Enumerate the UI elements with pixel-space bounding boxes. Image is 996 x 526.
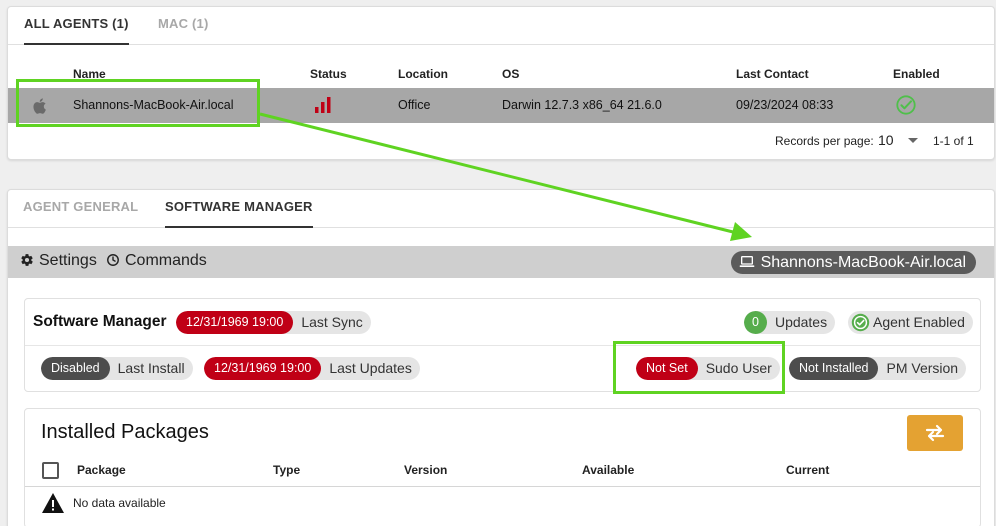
last-sync-label: Last Sync xyxy=(301,314,363,330)
pm-version-label: PM Version xyxy=(886,360,959,376)
pagination-range: 1-1 of 1 xyxy=(933,134,974,148)
last-updates-chip: 12/31/1969 19:00 Last Updates xyxy=(204,357,420,380)
highlight-agent-name xyxy=(16,79,260,127)
tab-all-agents[interactable]: ALL AGENTS (1) xyxy=(24,7,129,45)
col-header-status[interactable]: Status xyxy=(310,67,347,81)
records-per-page-value: 10 xyxy=(878,132,894,148)
tab-mac[interactable]: MAC (1) xyxy=(158,7,209,45)
commands-label: Commands xyxy=(125,252,207,269)
settings-label: Settings xyxy=(39,252,97,269)
col-header-type[interactable]: Type xyxy=(273,463,300,477)
history-icon xyxy=(107,254,119,266)
highlight-sudo-user xyxy=(613,341,785,394)
caret-down-icon xyxy=(908,138,918,143)
tab-agent-general[interactable]: AGENT GENERAL xyxy=(23,190,138,228)
agent-os: Darwin 12.7.3 x86_64 21.6.0 xyxy=(502,98,662,112)
updates-label: Updates xyxy=(774,314,828,330)
tab-software-manager[interactable]: SOFTWARE MANAGER xyxy=(165,190,313,228)
last-updates-value: 12/31/1969 19:00 xyxy=(204,357,322,380)
last-install-value: Disabled xyxy=(41,357,110,380)
col-header-enabled[interactable]: Enabled xyxy=(893,67,940,81)
warning-icon xyxy=(42,493,64,513)
hostname-badge: Shannons-MacBook-Air.local xyxy=(730,251,976,274)
agents-tabs: ALL AGENTS (1) MAC (1) xyxy=(8,7,994,45)
col-header-location[interactable]: Location xyxy=(398,67,448,81)
check-circle-icon xyxy=(851,313,870,332)
agent-location: Office xyxy=(398,98,431,112)
col-header-last-contact[interactable]: Last Contact xyxy=(736,67,809,81)
gear-icon xyxy=(21,254,33,266)
settings-button[interactable]: Settings xyxy=(20,246,97,278)
signal-bars-icon xyxy=(315,97,331,113)
detail-tabs: AGENT GENERAL SOFTWARE MANAGER xyxy=(8,190,994,228)
software-manager-panel: Software Manager 12/31/1969 19:00 Last S… xyxy=(24,298,981,392)
last-install-chip: Disabled Last Install xyxy=(41,357,193,380)
updates-count: 0 xyxy=(744,311,767,334)
updates-chip: 0 Updates xyxy=(744,311,836,334)
check-circle-icon xyxy=(896,95,916,115)
agent-enabled-chip: Agent Enabled xyxy=(848,311,973,334)
software-manager-title: Software Manager xyxy=(33,313,167,330)
records-per-page-label: Records per page: xyxy=(775,134,874,148)
last-sync-value: 12/31/1969 19:00 xyxy=(176,311,294,334)
last-sync-chip: 12/31/1969 19:00 Last Sync xyxy=(176,311,371,334)
agent-last-contact: 09/23/2024 08:33 xyxy=(736,98,834,112)
pm-version-value: Not Installed xyxy=(789,357,879,380)
installed-packages-title: Installed Packages xyxy=(41,421,209,443)
col-header-current[interactable]: Current xyxy=(786,463,829,477)
divider xyxy=(25,345,980,346)
installed-packages-panel: Installed Packages Package Type Version … xyxy=(24,408,981,526)
sync-packages-button[interactable] xyxy=(907,415,963,451)
hostname-text: Shannons-MacBook-Air.local xyxy=(760,254,966,271)
select-all-checkbox[interactable] xyxy=(42,462,59,479)
agent-enabled-label: Agent Enabled xyxy=(873,314,965,330)
laptop-icon xyxy=(739,256,754,267)
last-install-label: Last Install xyxy=(117,360,185,376)
col-header-available[interactable]: Available xyxy=(582,463,634,477)
last-updates-label: Last Updates xyxy=(329,360,412,376)
empty-state-text: No data available xyxy=(73,496,166,510)
col-header-os[interactable]: OS xyxy=(502,67,519,81)
commands-button[interactable]: Commands xyxy=(106,246,207,278)
agent-detail-card: AGENT GENERAL SOFTWARE MANAGER Settings … xyxy=(7,189,995,526)
pm-version-chip: Not Installed PM Version xyxy=(789,357,967,380)
toolbar: Settings Commands Shannons-MacBook-Air.l… xyxy=(8,246,994,278)
col-header-package[interactable]: Package xyxy=(77,463,126,477)
col-header-version[interactable]: Version xyxy=(404,463,447,477)
swap-arrows-icon xyxy=(925,424,945,442)
divider xyxy=(25,486,980,487)
records-per-page-select[interactable]: 10 xyxy=(878,129,924,151)
